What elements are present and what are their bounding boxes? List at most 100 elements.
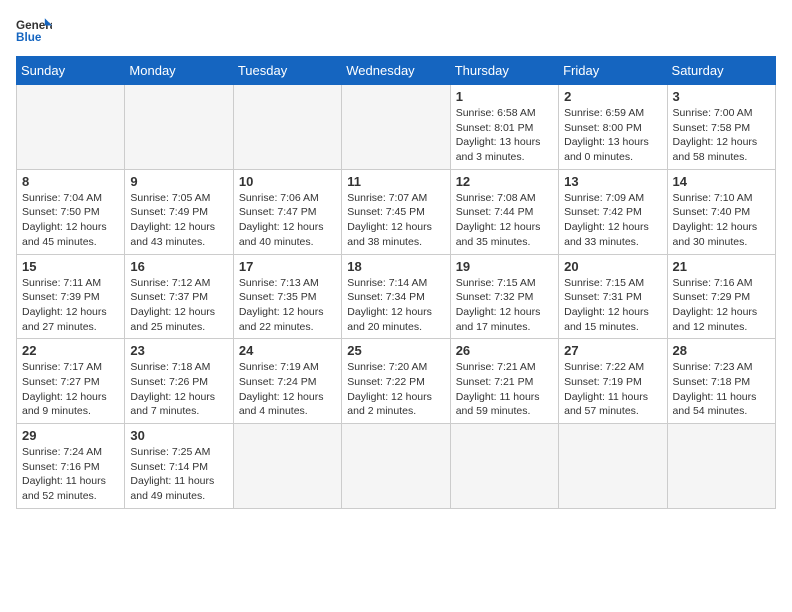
day-number: 17 [239,259,336,274]
calendar-cell [559,424,667,509]
day-info: Sunrise: 7:00 AMSunset: 7:58 PMDaylight:… [673,106,770,165]
weekday-header-monday: Monday [125,57,233,85]
day-info: Sunrise: 7:12 AMSunset: 7:37 PMDaylight:… [130,276,227,335]
calendar-week-2: 8 Sunrise: 7:04 AMSunset: 7:50 PMDaylight… [17,169,776,254]
calendar-cell: 19 Sunrise: 7:15 AMSunset: 7:32 PMDayligh… [450,254,558,339]
weekday-header-saturday: Saturday [667,57,775,85]
calendar-week-3: 15 Sunrise: 7:11 AMSunset: 7:39 PMDayligh… [17,254,776,339]
calendar-cell [233,85,341,170]
calendar-week-4: 22Sunrise: 7:17 AMSunset: 7:27 PMDayligh… [17,339,776,424]
calendar-cell: 22Sunrise: 7:17 AMSunset: 7:27 PMDayligh… [17,339,125,424]
calendar-cell: 24 Sunrise: 7:19 AMSunset: 7:24 PMDayligh… [233,339,341,424]
calendar-cell: 18 Sunrise: 7:14 AMSunset: 7:34 PMDayligh… [342,254,450,339]
day-info: Sunrise: 7:20 AMSunset: 7:22 PMDaylight:… [347,360,444,419]
day-number: 15 [22,259,119,274]
day-number: 10 [239,174,336,189]
day-info: Sunrise: 7:13 AMSunset: 7:35 PMDaylight:… [239,276,336,335]
day-info: Sunrise: 7:19 AMSunset: 7:24 PMDaylight:… [239,360,336,419]
day-number: 21 [673,259,770,274]
calendar-table: SundayMondayTuesdayWednesdayThursdayFrid… [16,56,776,509]
day-number: 11 [347,174,444,189]
day-info: Sunrise: 7:06 AMSunset: 7:47 PMDaylight:… [239,191,336,250]
day-number: 9 [130,174,227,189]
day-number: 26 [456,343,553,358]
calendar-cell: 3 Sunrise: 7:00 AMSunset: 7:58 PMDaylight… [667,85,775,170]
calendar-cell [17,85,125,170]
day-number: 30 [130,428,227,443]
calendar-cell: 2 Sunrise: 6:59 AMSunset: 8:00 PMDaylight… [559,85,667,170]
day-info: Sunrise: 6:59 AMSunset: 8:00 PMDaylight:… [564,106,661,165]
calendar-cell: 8 Sunrise: 7:04 AMSunset: 7:50 PMDaylight… [17,169,125,254]
day-number: 8 [22,174,119,189]
calendar-cell: 23 Sunrise: 7:18 AMSunset: 7:26 PMDayligh… [125,339,233,424]
day-number: 1 [456,89,553,104]
calendar-cell: 30 Sunrise: 7:25 AMSunset: 7:14 PMDayligh… [125,424,233,509]
generalblue-logo-icon: General Blue [16,16,52,44]
day-number: 2 [564,89,661,104]
day-info: Sunrise: 7:24 AMSunset: 7:16 PMDaylight:… [22,445,119,504]
svg-text:Blue: Blue [16,31,42,44]
day-number: 12 [456,174,553,189]
calendar-cell: 1 Sunrise: 6:58 AMSunset: 8:01 PMDaylight… [450,85,558,170]
day-info: Sunrise: 7:15 AMSunset: 7:32 PMDaylight:… [456,276,553,335]
calendar-cell [342,424,450,509]
day-number: 14 [673,174,770,189]
calendar-cell [450,424,558,509]
day-number: 27 [564,343,661,358]
day-info: Sunrise: 7:04 AMSunset: 7:50 PMDaylight:… [22,191,119,250]
day-number: 20 [564,259,661,274]
calendar-cell: 13 Sunrise: 7:09 AMSunset: 7:42 PMDayligh… [559,169,667,254]
calendar-week-1: 1 Sunrise: 6:58 AMSunset: 8:01 PMDaylight… [17,85,776,170]
calendar-cell: 17 Sunrise: 7:13 AMSunset: 7:35 PMDayligh… [233,254,341,339]
page-header: General Blue [16,16,776,44]
day-number: 25 [347,343,444,358]
day-number: 22 [22,343,119,358]
calendar-cell: 25 Sunrise: 7:20 AMSunset: 7:22 PMDayligh… [342,339,450,424]
calendar-cell: 12 Sunrise: 7:08 AMSunset: 7:44 PMDayligh… [450,169,558,254]
calendar-cell [667,424,775,509]
day-info: Sunrise: 7:18 AMSunset: 7:26 PMDaylight:… [130,360,227,419]
calendar-cell: 27 Sunrise: 7:22 AMSunset: 7:19 PMDayligh… [559,339,667,424]
day-info: Sunrise: 7:09 AMSunset: 7:42 PMDaylight:… [564,191,661,250]
day-info: Sunrise: 7:25 AMSunset: 7:14 PMDaylight:… [130,445,227,504]
calendar-header-row: SundayMondayTuesdayWednesdayThursdayFrid… [17,57,776,85]
day-number: 29 [22,428,119,443]
calendar-cell: 26 Sunrise: 7:21 AMSunset: 7:21 PMDayligh… [450,339,558,424]
weekday-header-wednesday: Wednesday [342,57,450,85]
day-info: Sunrise: 7:14 AMSunset: 7:34 PMDaylight:… [347,276,444,335]
day-info: Sunrise: 7:22 AMSunset: 7:19 PMDaylight:… [564,360,661,419]
calendar-cell: 11Sunrise: 7:07 AMSunset: 7:45 PMDayligh… [342,169,450,254]
weekday-header-tuesday: Tuesday [233,57,341,85]
calendar-cell: 10 Sunrise: 7:06 AMSunset: 7:47 PMDayligh… [233,169,341,254]
calendar-cell: 21 Sunrise: 7:16 AMSunset: 7:29 PMDayligh… [667,254,775,339]
calendar-week-5: 29 Sunrise: 7:24 AMSunset: 7:16 PMDayligh… [17,424,776,509]
day-info: Sunrise: 7:21 AMSunset: 7:21 PMDaylight:… [456,360,553,419]
calendar-cell: 14 Sunrise: 7:10 AMSunset: 7:40 PMDayligh… [667,169,775,254]
calendar-cell: 15 Sunrise: 7:11 AMSunset: 7:39 PMDayligh… [17,254,125,339]
weekday-header-friday: Friday [559,57,667,85]
day-number: 23 [130,343,227,358]
calendar-cell [342,85,450,170]
day-number: 19 [456,259,553,274]
day-number: 28 [673,343,770,358]
logo: General Blue [16,16,52,44]
day-info: Sunrise: 7:10 AMSunset: 7:40 PMDaylight:… [673,191,770,250]
day-info: Sunrise: 7:08 AMSunset: 7:44 PMDaylight:… [456,191,553,250]
day-info: Sunrise: 7:16 AMSunset: 7:29 PMDaylight:… [673,276,770,335]
calendar-cell: 20 Sunrise: 7:15 AMSunset: 7:31 PMDayligh… [559,254,667,339]
weekday-header-sunday: Sunday [17,57,125,85]
calendar-cell [125,85,233,170]
day-info: Sunrise: 7:05 AMSunset: 7:49 PMDaylight:… [130,191,227,250]
calendar-cell: 9 Sunrise: 7:05 AMSunset: 7:49 PMDaylight… [125,169,233,254]
day-info: Sunrise: 7:23 AMSunset: 7:18 PMDaylight:… [673,360,770,419]
day-number: 18 [347,259,444,274]
day-info: Sunrise: 7:11 AMSunset: 7:39 PMDaylight:… [22,276,119,335]
day-number: 3 [673,89,770,104]
calendar-cell: 16Sunrise: 7:12 AMSunset: 7:37 PMDayligh… [125,254,233,339]
day-number: 13 [564,174,661,189]
day-info: Sunrise: 6:58 AMSunset: 8:01 PMDaylight:… [456,106,553,165]
day-info: Sunrise: 7:15 AMSunset: 7:31 PMDaylight:… [564,276,661,335]
calendar-body: 1 Sunrise: 6:58 AMSunset: 8:01 PMDaylight… [17,85,776,509]
calendar-cell: 29 Sunrise: 7:24 AMSunset: 7:16 PMDayligh… [17,424,125,509]
day-number: 24 [239,343,336,358]
